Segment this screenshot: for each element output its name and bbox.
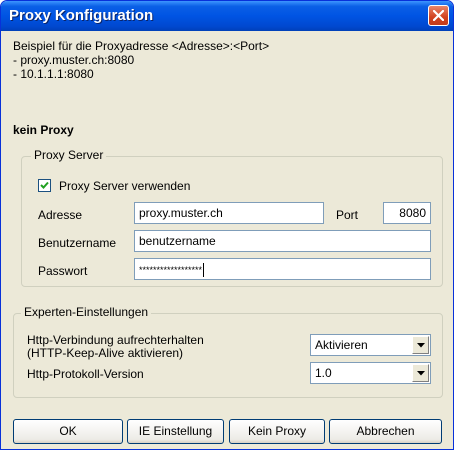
close-icon bbox=[433, 10, 444, 21]
keepalive-label-line-2: (HTTP-Keep-Alive aktivieren) bbox=[27, 346, 184, 360]
expert-settings-legend: Experten-Einstellungen bbox=[21, 305, 152, 319]
username-label: Benutzername bbox=[38, 236, 117, 250]
protocol-version-value: 1.0 bbox=[315, 366, 332, 380]
use-proxy-label[interactable]: Proxy Server verwenden bbox=[59, 179, 190, 193]
protocol-version-label: Http-Protokoll-Version bbox=[27, 367, 144, 381]
port-input[interactable]: 8080 bbox=[383, 202, 431, 224]
intro-line-1: Beispiel für die Proxyadresse <Adresse>:… bbox=[13, 39, 270, 53]
protocol-dropdown-button[interactable] bbox=[412, 364, 429, 382]
password-mask: ****************** bbox=[139, 265, 203, 275]
intro-line-3: - 10.1.1.1:8080 bbox=[13, 67, 94, 81]
keepalive-select-value: Aktivieren bbox=[315, 338, 368, 352]
chevron-down-icon bbox=[417, 343, 425, 348]
cancel-button[interactable]: Abbrechen bbox=[329, 419, 442, 444]
username-input[interactable]: benutzername bbox=[134, 230, 431, 252]
keepalive-label-line-1: Http-Verbindung aufrechterhalten bbox=[27, 333, 204, 347]
intro-line-2: - proxy.muster.ch:8080 bbox=[13, 53, 135, 67]
no-proxy-button[interactable]: Kein Proxy bbox=[229, 419, 325, 444]
password-label: Passwort bbox=[38, 264, 88, 278]
proxy-server-legend: Proxy Server bbox=[31, 148, 107, 162]
dialog-body: Beispiel für die Proxyadresse <Adresse>:… bbox=[1, 31, 453, 449]
ie-settings-button[interactable]: IE Einstellung bbox=[127, 419, 224, 444]
close-button[interactable] bbox=[428, 5, 449, 26]
chevron-down-icon bbox=[417, 371, 425, 376]
text-caret bbox=[203, 262, 205, 277]
keepalive-dropdown-button[interactable] bbox=[412, 336, 429, 354]
protocol-version-select[interactable]: 1.0 bbox=[310, 362, 431, 384]
port-label: Port bbox=[336, 208, 359, 222]
checkmark-icon bbox=[40, 181, 49, 189]
password-input[interactable]: ****************** bbox=[134, 258, 431, 280]
ok-button[interactable]: OK bbox=[13, 419, 123, 444]
address-input[interactable]: proxy.muster.ch bbox=[134, 202, 324, 224]
proxy-mode-label: kein Proxy bbox=[13, 123, 74, 137]
keepalive-select[interactable]: Aktivieren bbox=[310, 334, 431, 356]
window-title: Proxy Konfiguration bbox=[9, 7, 154, 24]
title-bar[interactable]: Proxy Konfiguration bbox=[1, 1, 453, 31]
use-proxy-checkbox[interactable] bbox=[38, 179, 51, 192]
dialog-window: Proxy Konfiguration Beispiel für die Pro… bbox=[0, 0, 454, 450]
address-label: Adresse bbox=[38, 208, 83, 222]
